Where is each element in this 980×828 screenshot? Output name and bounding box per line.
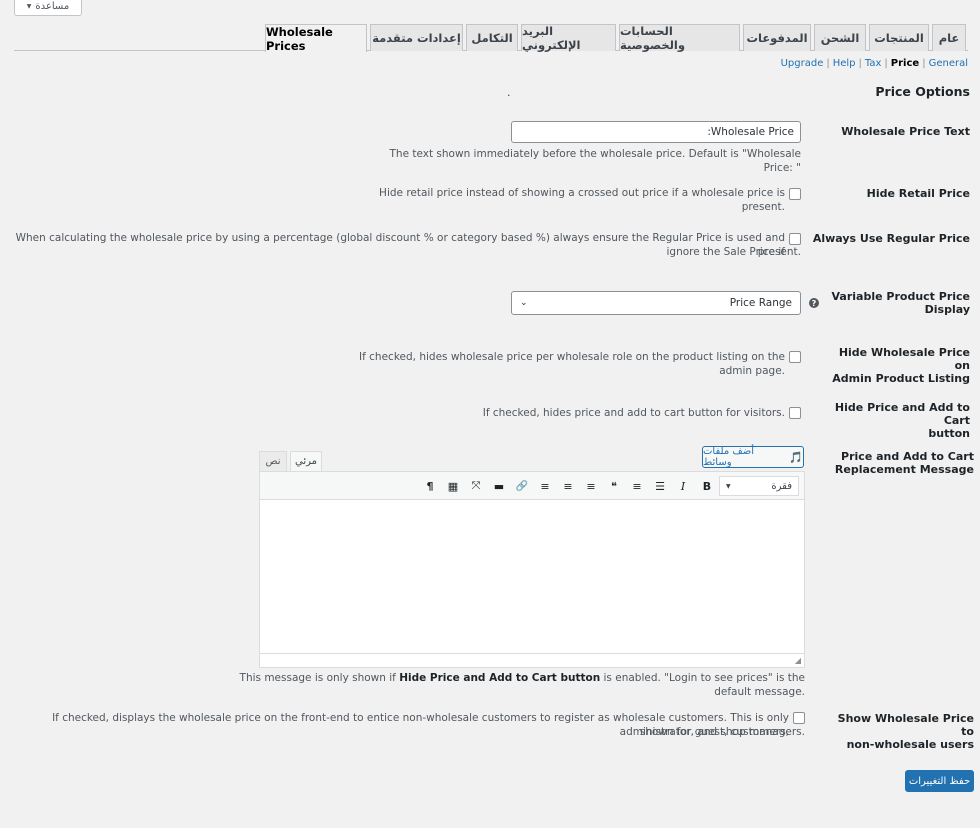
subnav-separator: |	[884, 58, 888, 69]
editor-statusbar: ◢	[260, 653, 804, 667]
hide-wholesale-price-admin-description: If checked, hides wholesale price per wh…	[359, 351, 785, 377]
section-heading: Price Options	[875, 84, 970, 99]
align-right-icon[interactable]: ≡	[536, 478, 554, 494]
numbered-list-icon[interactable]: ≡	[628, 478, 646, 494]
tab-integration[interactable]: التكامل	[466, 24, 518, 51]
help-tooltip-icon[interactable]: ?	[809, 298, 819, 308]
editor-tab-text[interactable]: نص	[259, 451, 287, 471]
hide-retail-price-description: Hide retail price instead of showing a c…	[379, 187, 785, 213]
always-use-regular-price-checkbox[interactable]	[789, 233, 801, 245]
subnav-help[interactable]: Help	[833, 58, 856, 69]
align-left-icon[interactable]: ≡	[582, 478, 600, 494]
help-button[interactable]: ▼ مساعدة	[14, 0, 82, 16]
always-use-regular-price-description-1: When calculating the wholesale price by …	[15, 232, 785, 258]
replacement-message-editor[interactable]: فقرة ▼ B I ☰ ≡ ❝ ≡ ≡ ≡ 🔗 ▬ ⤧ ▦ ¶ ◢	[259, 471, 805, 668]
show-wholesale-price-non-wholesale-checkbox[interactable]	[793, 712, 805, 724]
hide-wholesale-price-admin-label: Hide Wholesale Price on Admin Product Li…	[832, 346, 970, 385]
resize-handle-icon[interactable]: ◢	[795, 656, 801, 665]
bold-icon[interactable]: B	[698, 478, 716, 494]
always-use-regular-price-description-2: present.	[757, 246, 801, 258]
wholesale-price-text-input[interactable]	[511, 121, 801, 143]
hide-price-add-to-cart-description: If checked, hides price and add to cart …	[482, 407, 785, 419]
wholesale-price-text-label: Wholesale Price Text	[841, 125, 970, 138]
toolbar-toggle-icon[interactable]: ▦	[444, 478, 462, 494]
tab-accounts-privacy[interactable]: الحسابات والخصوصية	[619, 24, 740, 52]
tab-wholesale-prices[interactable]: Wholesale Prices	[265, 24, 367, 53]
format-value: فقرة	[771, 480, 792, 492]
variable-product-price-display-label: Variable Product Price Display	[831, 290, 970, 316]
replacement-message-description: This message is only shown if Hide Price…	[239, 672, 805, 698]
fullscreen-icon[interactable]: ⤧	[467, 478, 485, 494]
show-wholesale-price-non-wholesale-label: Show Wholesale Price to non-wholesale us…	[837, 712, 974, 751]
subnav-separator: |	[922, 58, 926, 69]
section-dot: .	[507, 86, 511, 99]
hide-price-add-to-cart-label: Hide Price and Add to Cart button	[834, 401, 970, 440]
subnav-tax[interactable]: Tax	[865, 58, 882, 69]
add-media-label: أضف ملفات وسائط	[703, 446, 754, 468]
chevron-down-icon: ▼	[726, 482, 731, 490]
blockquote-icon[interactable]: ❝	[605, 478, 623, 494]
italic-icon[interactable]: I	[674, 478, 692, 494]
subnav-separator: |	[826, 58, 830, 69]
add-media-button[interactable]: أضف ملفات وسائط 🎵	[702, 446, 804, 468]
hide-retail-price-label: Hide Retail Price	[866, 187, 970, 200]
show-wholesale-price-non-wholesale-description-2: administrator, and shop managers.	[619, 726, 805, 738]
select-value: Price Range	[729, 297, 792, 309]
tab-payments[interactable]: المدفوعات	[743, 24, 811, 51]
link-icon[interactable]: 🔗	[513, 478, 531, 494]
subnav-separator: |	[858, 58, 862, 69]
read-more-icon[interactable]: ▬	[490, 478, 508, 494]
hide-retail-price-checkbox[interactable]	[789, 188, 801, 200]
help-label: مساعدة	[35, 1, 70, 12]
subnav-price[interactable]: Price	[891, 58, 919, 69]
tab-email[interactable]: البريد الإلكتروني	[521, 24, 616, 52]
replacement-message-label: Price and Add to Cart Replacement Messag…	[834, 450, 974, 476]
tab-advanced[interactable]: إعدادات متقدمة	[370, 24, 463, 51]
format-select[interactable]: فقرة ▼	[719, 476, 799, 496]
subnav-upgrade[interactable]: Upgrade	[781, 58, 824, 69]
save-changes-button[interactable]: حفظ التغييرات	[905, 770, 974, 792]
text-direction-icon[interactable]: ¶	[421, 478, 439, 494]
editor-tab-visual[interactable]: مرئي	[290, 451, 322, 471]
editor-toolbar: فقرة ▼ B I ☰ ≡ ❝ ≡ ≡ ≡ 🔗 ▬ ⤧ ▦ ¶	[260, 472, 804, 500]
tab-shipping[interactable]: الشحن	[814, 24, 866, 51]
subnav-general[interactable]: General	[929, 58, 968, 69]
hide-wholesale-price-admin-checkbox[interactable]	[789, 351, 801, 363]
always-use-regular-price-label: Always Use Regular Price	[812, 232, 970, 245]
align-center-icon[interactable]: ≡	[559, 478, 577, 494]
tab-general[interactable]: عام	[932, 24, 966, 51]
media-icon: 🎵	[789, 450, 803, 464]
chevron-down-icon: ⌄	[520, 298, 528, 308]
wholesale-price-text-description: The text shown immediately before the wh…	[389, 148, 802, 174]
sub-navigation: Upgrade | Help | Tax | Price | General	[781, 58, 968, 69]
tab-products[interactable]: المنتجات	[869, 24, 929, 51]
chevron-down-icon: ▼	[26, 3, 32, 10]
bulleted-list-icon[interactable]: ☰	[651, 478, 669, 494]
variable-product-price-display-select[interactable]: ⌄ Price Range	[511, 291, 801, 315]
hide-price-add-to-cart-checkbox[interactable]	[789, 407, 801, 419]
